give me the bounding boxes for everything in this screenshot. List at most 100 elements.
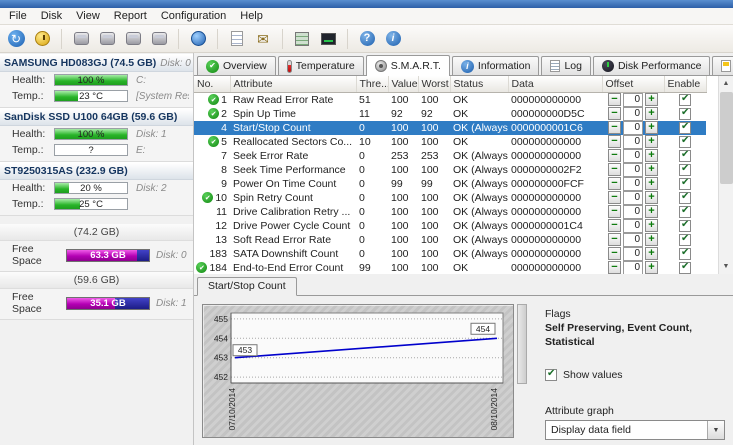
disk-copy-button[interactable]: [69, 27, 93, 51]
offset-plus-button[interactable]: +: [645, 93, 658, 106]
enable-checkbox[interactable]: [679, 233, 691, 246]
info-button[interactable]: [381, 27, 405, 51]
disk-acoustic-button[interactable]: [95, 27, 119, 51]
titlebar[interactable]: [0, 0, 733, 8]
disk-search-button[interactable]: [121, 27, 145, 51]
offset-plus-button[interactable]: +: [645, 107, 658, 120]
smart-attribute-row[interactable]: 11 Drive Calibration Retry ... 0 100 100 OK (…: [194, 204, 706, 219]
smart-attribute-row[interactable]: 184End-to-End Error Count99100100OK00000…: [194, 260, 706, 274]
enable-checkbox[interactable]: [679, 121, 691, 134]
column-header[interactable]: Offset: [602, 76, 665, 93]
column-header[interactable]: Enable: [664, 76, 707, 93]
send-report-button[interactable]: [251, 27, 275, 51]
offset-minus-button[interactable]: −: [608, 121, 621, 134]
disk-item-2[interactable]: ST9250315AS (232.9 GB) Health: 20 % Disk: 2…: [0, 162, 193, 216]
enable-checkbox[interactable]: [679, 191, 691, 204]
column-header[interactable]: Attribute: [230, 76, 357, 93]
menu-view[interactable]: View: [69, 9, 107, 23]
smart-attribute-row[interactable]: 10Spin Retry Count0100100OK (Always...00…: [194, 190, 706, 205]
database-button[interactable]: [186, 27, 210, 51]
smart-attribute-row[interactable]: 9Power On Time Count09999OK (Always...00…: [194, 176, 706, 191]
chart-scrollbar[interactable]: [517, 304, 527, 384]
chevron-down-icon[interactable]: ▼: [707, 421, 724, 440]
smart-attribute-row[interactable]: 2 Spin Up Time 11 92 92 OK 000000000D5C −0+: [194, 106, 706, 121]
smart-attribute-row[interactable]: 4Start/Stop Count0100100OK (Always...000…: [194, 120, 706, 135]
smart-attribute-row[interactable]: 1Raw Read Error Rate51100100OK0000000000…: [194, 92, 706, 107]
offset-minus-button[interactable]: −: [608, 191, 621, 204]
offset-plus-button[interactable]: +: [645, 247, 658, 260]
offset-minus-button[interactable]: −: [608, 177, 621, 190]
smart-attribute-row[interactable]: 8 Seek Time Performance 0 100 100 OK (Always.…: [194, 162, 706, 177]
scroll-thumb[interactable]: [719, 92, 733, 184]
smart-attribute-row[interactable]: 12 Drive Power Cycle Count 0 100 100 OK (Alwa…: [194, 218, 706, 233]
offset-plus-button[interactable]: +: [645, 177, 658, 190]
attribute-graph-dropdown[interactable]: Display data field ▼: [545, 420, 725, 441]
surface-test-button[interactable]: [290, 27, 314, 51]
offset-plus-button[interactable]: +: [645, 149, 658, 162]
offset-minus-button[interactable]: −: [608, 149, 621, 162]
offset-minus-button[interactable]: −: [608, 233, 621, 246]
enable-checkbox[interactable]: [679, 177, 691, 190]
show-values-checkbox[interactable]: [545, 368, 557, 382]
tab-overview[interactable]: Overview: [197, 56, 276, 75]
offset-plus-button[interactable]: +: [645, 205, 658, 218]
column-header[interactable]: Data: [508, 76, 603, 93]
column-header[interactable]: Status: [450, 76, 509, 93]
enable-checkbox[interactable]: [679, 205, 691, 218]
smart-attribute-row[interactable]: 7Seek Error Rate0253253OK (Always...0000…: [194, 148, 706, 163]
offset-plus-button[interactable]: +: [645, 135, 658, 148]
table-scrollbar[interactable]: ▲ ▼: [718, 76, 733, 274]
enable-checkbox[interactable]: [679, 93, 691, 106]
enable-checkbox[interactable]: [679, 163, 691, 176]
enable-checkbox[interactable]: [679, 107, 691, 120]
report-button[interactable]: [225, 27, 249, 51]
smart-attribute-row[interactable]: 13 Soft Read Error Rate 0 100 100 OK (Always.…: [194, 232, 706, 247]
offset-plus-button[interactable]: +: [645, 219, 658, 232]
offset-minus-button[interactable]: −: [608, 219, 621, 232]
column-header[interactable]: No.: [194, 76, 231, 93]
offset-plus-button[interactable]: +: [645, 121, 658, 134]
help-button[interactable]: [355, 27, 379, 51]
menu-file[interactable]: File: [2, 9, 34, 23]
offset-minus-button[interactable]: −: [608, 261, 621, 274]
offset-plus-button[interactable]: +: [645, 163, 658, 176]
enable-checkbox[interactable]: [679, 149, 691, 162]
column-header[interactable]: Worst: [418, 76, 451, 93]
attribute-detail-tab[interactable]: Start/Stop Count: [197, 277, 297, 296]
offset-minus-button[interactable]: −: [608, 205, 621, 218]
smart-attribute-row[interactable]: 5Reallocated Sectors Co...10100100OK0000…: [194, 134, 706, 149]
offset-minus-button[interactable]: −: [608, 247, 621, 260]
disk-item-1[interactable]: SanDisk SSD U100 64GB (59.6 GB) Health: 10…: [0, 108, 193, 162]
disk-name[interactable]: ST9250315AS (232.9 GB): [0, 162, 193, 180]
tab-s-m-a-r-t-[interactable]: S.M.A.R.T.: [365, 55, 450, 76]
offset-minus-button[interactable]: −: [608, 163, 621, 176]
offset-minus-button[interactable]: −: [608, 93, 621, 106]
disk-item-0[interactable]: SAMSUNG HD083GJ (74.5 GB) Disk: 0 Health: 1…: [0, 54, 193, 108]
disk-name[interactable]: SAMSUNG HD083GJ (74.5 GB) Disk: 0: [0, 54, 193, 72]
enable-checkbox[interactable]: [679, 135, 691, 148]
offset-minus-button[interactable]: −: [608, 107, 621, 120]
column-header[interactable]: Thre...: [356, 76, 389, 93]
monitor-button[interactable]: [316, 27, 340, 51]
tab-disk-performance[interactable]: Disk Performance: [592, 56, 711, 75]
tab-temperature[interactable]: Temperature: [277, 56, 364, 75]
smart-attribute-row[interactable]: 183 SATA Downshift Count 0 100 100 OK (Always…: [194, 246, 706, 261]
disk-name[interactable]: SanDisk SSD U100 64GB (59.6 GB): [0, 108, 193, 126]
menu-configuration[interactable]: Configuration: [154, 9, 233, 23]
offset-plus-button[interactable]: +: [645, 261, 658, 274]
menu-disk[interactable]: Disk: [34, 9, 69, 23]
disk-clone-button[interactable]: [147, 27, 171, 51]
volume-item-1[interactable]: (59.6 GB) Free Space 35.1 GB Disk: 1: [0, 272, 193, 320]
column-header[interactable]: Value: [388, 76, 419, 93]
scroll-up-icon[interactable]: ▲: [719, 76, 733, 91]
enable-checkbox[interactable]: [679, 219, 691, 232]
offset-plus-button[interactable]: +: [645, 233, 658, 246]
refresh-button[interactable]: [4, 27, 28, 51]
volume-item-0[interactable]: (74.2 GB) Free Space 63.3 GB Disk: 0: [0, 224, 193, 272]
menu-help[interactable]: Help: [233, 9, 270, 23]
tab-information[interactable]: Information: [451, 56, 540, 75]
schedule-button[interactable]: [30, 27, 54, 51]
menu-report[interactable]: Report: [107, 9, 154, 23]
scroll-down-icon[interactable]: ▼: [719, 259, 733, 274]
tab-alerts[interactable]: Alerts: [712, 56, 733, 75]
